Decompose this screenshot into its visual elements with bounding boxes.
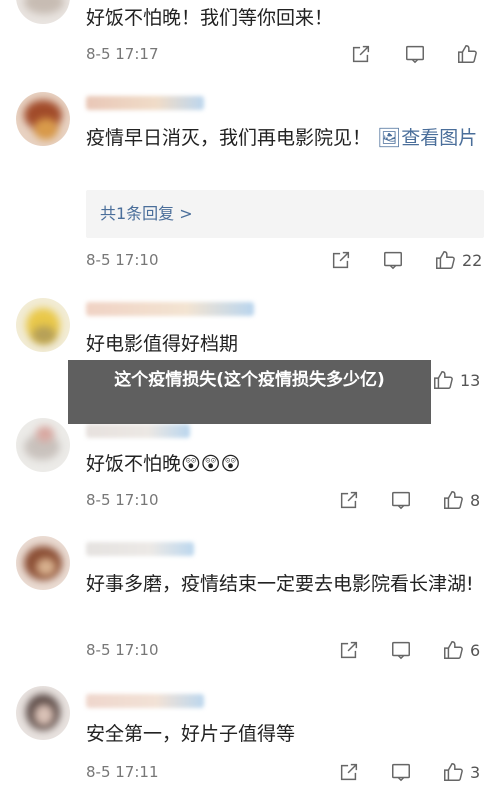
comment-time: 8-5 17:11 — [86, 763, 159, 781]
share-icon — [340, 641, 358, 659]
comment-text: 好饭不怕晚！我们等你回来！ — [86, 7, 334, 29]
comment-icon — [384, 251, 402, 270]
like-count: 3 — [470, 762, 481, 782]
like-button[interactable] — [456, 42, 478, 66]
comment-button[interactable] — [390, 488, 412, 512]
avatar[interactable] — [16, 418, 70, 472]
like-icon — [458, 45, 477, 63]
avatar[interactable] — [16, 92, 70, 146]
like-button[interactable]: 8 — [442, 488, 480, 512]
comment-button[interactable] — [390, 638, 412, 662]
share-icon — [332, 251, 350, 269]
share-icon — [340, 763, 358, 781]
like-button[interactable]: 6 — [442, 638, 480, 662]
like-icon — [444, 491, 463, 509]
comment-time: 8-5 17:10 — [86, 251, 159, 269]
comment-meta: 8-5 17:10 22 — [86, 248, 486, 272]
like-count: 22 — [462, 250, 483, 270]
comment-icon — [406, 45, 424, 64]
comment-time: 8-5 17:10 — [86, 491, 159, 509]
like-icon — [444, 641, 463, 659]
username-blurred[interactable] — [86, 694, 204, 708]
comment-time: 8-5 17:17 — [86, 45, 159, 63]
comment-meta: 8-5 17:17 — [86, 42, 486, 66]
like-icon — [436, 251, 455, 269]
like-count: 8 — [470, 490, 481, 510]
share-button[interactable] — [330, 248, 352, 272]
comment-text-body: 疫情早日消灭，我们再电影院见！ — [86, 127, 372, 149]
overlay-title: 这个疫情损失(这个疫情损失多少亿) — [114, 370, 385, 390]
share-icon — [340, 491, 358, 509]
share-icon — [352, 45, 370, 63]
like-button[interactable]: 13 — [432, 368, 480, 392]
comment-icon — [392, 641, 410, 660]
comment-button[interactable] — [404, 42, 426, 66]
comment-text: 疫情早日消灭，我们再电影院见！ 🖼查看图片 — [86, 122, 486, 154]
share-button[interactable] — [350, 42, 372, 66]
comment-text: 好饭不怕晚😲😲😲 — [86, 453, 241, 475]
comment-icon — [392, 491, 410, 510]
comment-text: 安全第一，好片子值得等 — [86, 723, 296, 745]
avatar[interactable] — [16, 298, 70, 352]
comment-meta: 8-5 17:10 8 — [86, 488, 486, 512]
share-button[interactable] — [338, 760, 360, 784]
like-button[interactable]: 3 — [442, 760, 480, 784]
share-button[interactable] — [338, 638, 360, 662]
like-count: 6 — [470, 640, 481, 660]
share-button[interactable] — [338, 488, 360, 512]
comment-text: 好事多磨，疫情结束一定要去电影院看长津湖! — [86, 573, 474, 595]
username-blurred[interactable] — [86, 424, 190, 438]
replies-link[interactable]: 共1条回复 > — [86, 190, 484, 238]
comment-text: 好电影值得好档期 — [86, 333, 239, 355]
comment-button[interactable] — [390, 760, 412, 784]
view-image-link[interactable]: 🖼查看图片 — [377, 127, 477, 149]
like-count: 13 — [460, 370, 481, 390]
comment-meta: 8-5 17:11 3 — [86, 760, 486, 784]
like-icon — [444, 763, 463, 781]
username-blurred[interactable] — [86, 542, 194, 556]
username-blurred[interactable] — [86, 302, 254, 316]
like-icon — [434, 371, 453, 389]
like-button[interactable]: 22 — [434, 248, 482, 272]
comment-icon — [392, 763, 410, 782]
overlay-caption: 这个疫情损失(这个疫情损失多少亿) — [68, 360, 431, 424]
avatar[interactable] — [16, 0, 70, 24]
avatar[interactable] — [16, 536, 70, 590]
comment-time: 8-5 17:10 — [86, 641, 159, 659]
comment-meta: 8-5 17:10 6 — [86, 638, 486, 662]
username-blurred[interactable] — [86, 96, 204, 110]
comment-button[interactable] — [382, 248, 404, 272]
avatar[interactable] — [16, 686, 70, 740]
